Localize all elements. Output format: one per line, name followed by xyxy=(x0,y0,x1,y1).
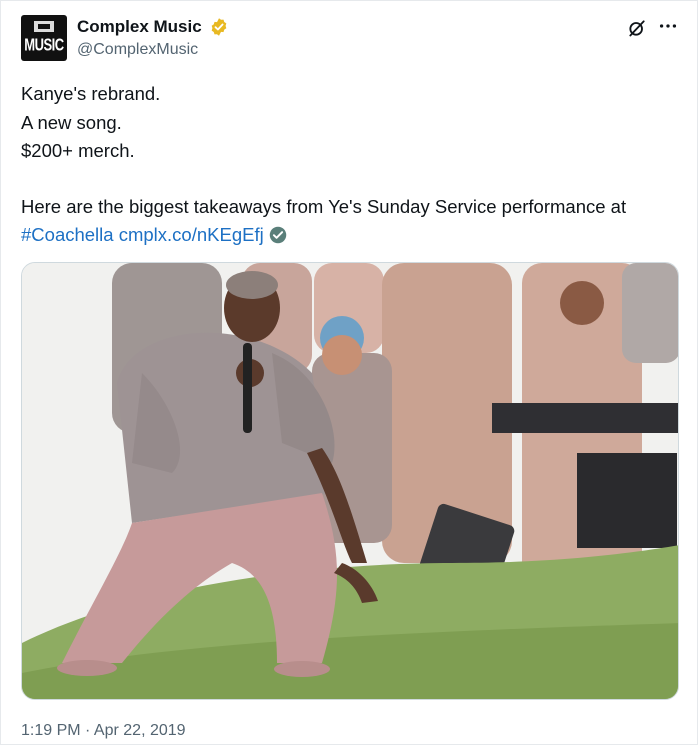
avatar[interactable]: MUSIC xyxy=(21,15,67,61)
tweet-photo[interactable] xyxy=(21,262,679,700)
tweet-line: A new song. xyxy=(21,112,122,133)
tweet-card: MUSIC Complex Music @ComplexMusic Kanye'… xyxy=(0,0,698,745)
tweet-links-line: #Coachella cmplx.co/nKEgEfj xyxy=(21,224,287,246)
grok-icon[interactable] xyxy=(627,18,647,38)
account-name[interactable]: Complex Music xyxy=(77,17,202,37)
more-icon[interactable] xyxy=(657,15,679,37)
account-handle[interactable]: @ComplexMusic xyxy=(77,41,198,59)
checkmark-icon xyxy=(269,226,286,244)
tweet-line: $200+ merch. xyxy=(21,140,135,161)
logo-mark xyxy=(34,21,54,32)
tweet-line: Kanye's rebrand. xyxy=(21,83,161,104)
verified-badge-icon xyxy=(211,18,227,36)
hashtag-link[interactable]: #Coachella xyxy=(21,224,114,245)
timestamp[interactable]: 1:19 PM · Apr 22, 2019 xyxy=(21,722,186,740)
avatar-text: MUSIC xyxy=(24,34,64,55)
performance-photo xyxy=(22,263,678,699)
url-link[interactable]: cmplx.co/nKEgEfj xyxy=(119,224,264,245)
tweet-body: Here are the biggest takeaways from Ye's… xyxy=(21,196,627,217)
